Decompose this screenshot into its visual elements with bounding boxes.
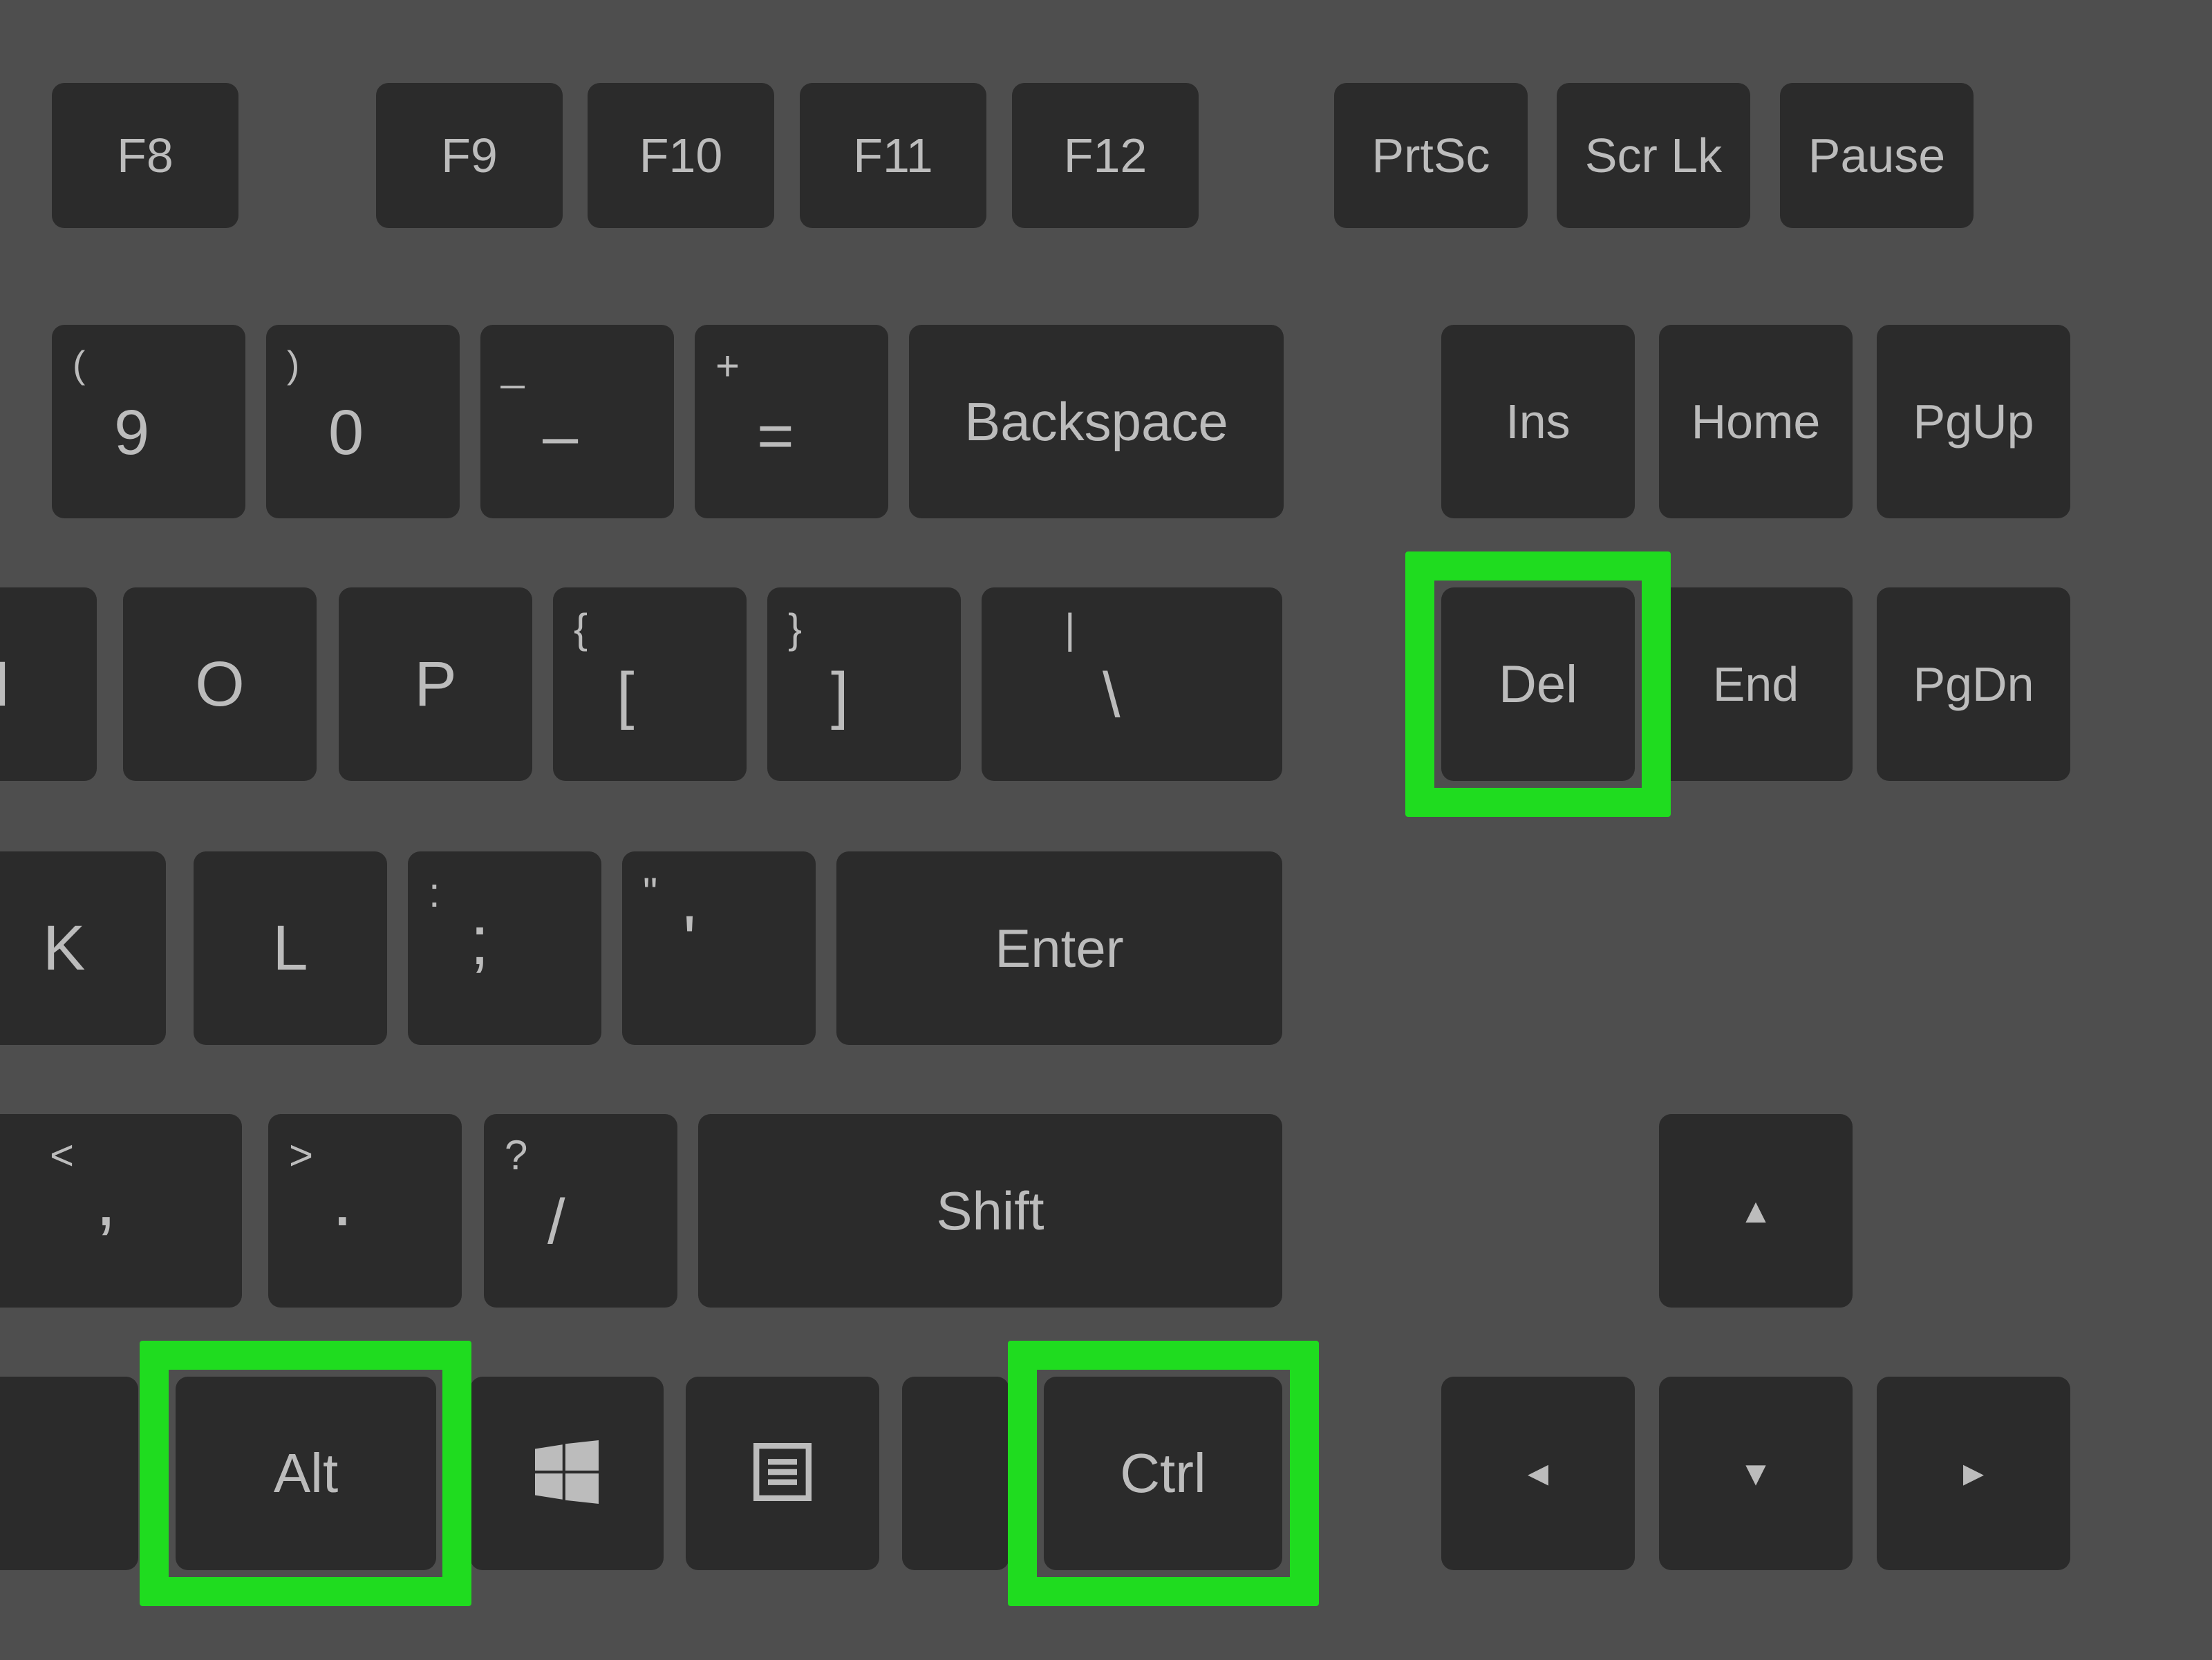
key-label: F10 xyxy=(639,128,723,183)
key-k[interactable]: K xyxy=(0,851,166,1045)
key-label: Home xyxy=(1691,394,1821,449)
key-sublabel: | xyxy=(1065,605,1262,652)
key-minus[interactable]: _ – xyxy=(480,325,674,518)
key-label: F11 xyxy=(853,128,932,183)
key-left-arrow[interactable]: ◄ xyxy=(1441,1377,1635,1570)
key-9[interactable]: ( 9 xyxy=(52,325,245,518)
key-lbracket[interactable]: { [ xyxy=(553,587,747,781)
key-sublabel: ) xyxy=(287,342,439,386)
key-label: Enter xyxy=(995,917,1123,980)
key-label: F8 xyxy=(117,128,174,183)
key-label: PgDn xyxy=(1913,657,2034,712)
key-label: , xyxy=(95,1172,221,1227)
key-down-arrow[interactable]: ▼ xyxy=(1659,1377,1853,1570)
key-pgdn[interactable]: PgDn xyxy=(1877,587,2070,781)
key-label: End xyxy=(1713,657,1799,712)
arrow-left-icon: ◄ xyxy=(1521,1453,1555,1493)
key-f8[interactable]: F8 xyxy=(52,83,238,228)
key-shift[interactable]: Shift xyxy=(698,1114,1282,1308)
key-equals[interactable]: + = xyxy=(695,325,888,518)
key-bottom-left[interactable] xyxy=(0,1377,138,1570)
key-sublabel: ? xyxy=(505,1131,657,1179)
key-label: PrtSc xyxy=(1371,128,1490,183)
key-o[interactable]: O xyxy=(123,587,317,781)
key-label: Shift xyxy=(936,1180,1044,1243)
keyboard-diagram: F8 F9 F10 F11 F12 PrtSc Scr Lk Pause ( 9… xyxy=(0,0,2212,1660)
key-0[interactable]: ) 0 xyxy=(266,325,460,518)
key-i[interactable]: I xyxy=(0,587,97,781)
key-label: ' xyxy=(683,916,795,965)
key-prtsc[interactable]: PrtSc xyxy=(1334,83,1528,228)
key-f12[interactable]: F12 xyxy=(1012,83,1199,228)
key-home[interactable]: Home xyxy=(1659,325,1853,518)
key-sublabel: { xyxy=(574,605,726,652)
key-label: ; xyxy=(470,916,581,965)
key-label: 9 xyxy=(114,397,225,469)
windows-icon xyxy=(535,1440,599,1507)
key-semicolon[interactable]: : ; xyxy=(408,851,601,1045)
key-label: Del xyxy=(1499,654,1577,715)
key-quote[interactable]: " ' xyxy=(622,851,816,1045)
key-spacer[interactable] xyxy=(902,1377,1009,1570)
key-label: Backspace xyxy=(964,390,1228,453)
key-label: P xyxy=(414,648,456,721)
key-label: PgUp xyxy=(1913,394,2034,449)
key-l[interactable]: L xyxy=(194,851,387,1045)
key-label: Scr Lk xyxy=(1585,128,1722,183)
key-right-arrow[interactable]: ► xyxy=(1877,1377,2070,1570)
key-f9[interactable]: F9 xyxy=(376,83,563,228)
menu-icon xyxy=(753,1443,812,1505)
key-end[interactable]: End xyxy=(1659,587,1853,781)
key-label: = xyxy=(757,400,868,473)
key-label: Ins xyxy=(1506,394,1570,449)
key-scrlk[interactable]: Scr Lk xyxy=(1557,83,1750,228)
key-period[interactable]: > . xyxy=(268,1114,462,1308)
key-sublabel: : xyxy=(429,869,581,916)
key-label: O xyxy=(195,648,245,721)
key-label: \ xyxy=(1103,659,1262,732)
key-ctrl[interactable]: Ctrl xyxy=(1044,1377,1282,1570)
key-rbracket[interactable]: } ] xyxy=(767,587,961,781)
key-label: 0 xyxy=(328,397,439,469)
key-label: K xyxy=(43,912,166,985)
key-label: – xyxy=(543,400,653,473)
key-up-arrow[interactable]: ▲ xyxy=(1659,1114,1853,1308)
key-f10[interactable]: F10 xyxy=(588,83,774,228)
key-del[interactable]: Del xyxy=(1441,587,1635,781)
key-slash[interactable]: ? / xyxy=(484,1114,677,1308)
arrow-down-icon: ▼ xyxy=(1738,1453,1773,1493)
key-comma[interactable]: < , xyxy=(0,1114,242,1308)
key-label: Pause xyxy=(1808,128,1945,183)
key-backspace[interactable]: Backspace xyxy=(909,325,1284,518)
key-windows[interactable] xyxy=(470,1377,664,1570)
key-f11[interactable]: F11 xyxy=(800,83,986,228)
key-label: F12 xyxy=(1064,128,1147,183)
key-p[interactable]: P xyxy=(339,587,532,781)
key-label: ] xyxy=(831,659,940,732)
key-sublabel: } xyxy=(788,605,940,652)
key-pgup[interactable]: PgUp xyxy=(1877,325,2070,518)
key-label: / xyxy=(547,1186,657,1258)
key-label: L xyxy=(272,912,308,985)
key-backslash[interactable]: | \ xyxy=(982,587,1282,781)
key-sublabel: " xyxy=(643,869,795,916)
key-ins[interactable]: Ins xyxy=(1441,325,1635,518)
key-sublabel: _ xyxy=(501,342,653,390)
key-sublabel: ( xyxy=(73,342,225,386)
key-label: F9 xyxy=(441,128,498,183)
arrow-up-icon: ▲ xyxy=(1738,1191,1773,1231)
key-label: Alt xyxy=(274,1442,338,1505)
arrow-right-icon: ► xyxy=(1956,1453,1991,1493)
key-enter[interactable]: Enter xyxy=(836,851,1282,1045)
key-label: Ctrl xyxy=(1120,1442,1206,1505)
key-alt[interactable]: Alt xyxy=(176,1377,436,1570)
key-menu[interactable] xyxy=(686,1377,879,1570)
key-pause[interactable]: Pause xyxy=(1780,83,1974,228)
key-sublabel: + xyxy=(715,342,868,390)
key-label: [ xyxy=(617,659,726,732)
key-label: . xyxy=(332,1172,441,1227)
key-label: I xyxy=(0,648,97,721)
